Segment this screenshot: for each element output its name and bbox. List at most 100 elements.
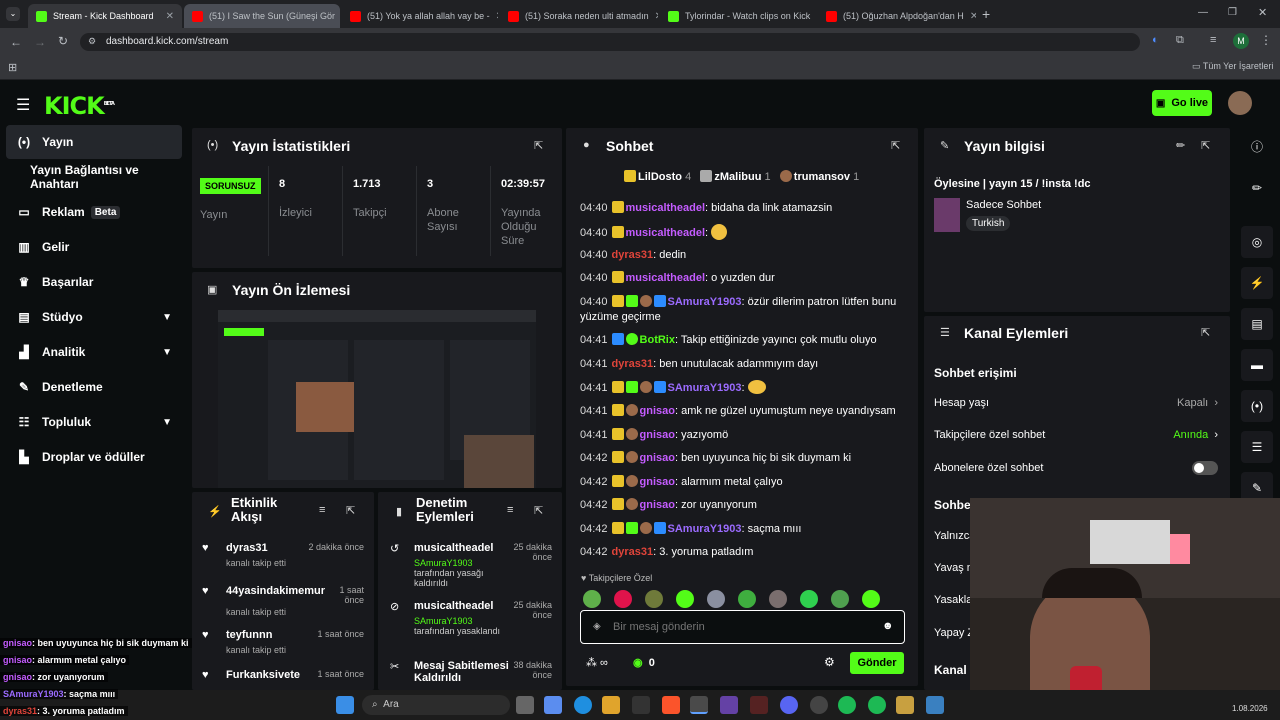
sidebar-item-analitik[interactable]: ▟ Analitik ▼ xyxy=(6,335,182,369)
filter-icon[interactable]: ≡ xyxy=(507,504,513,516)
emote-icon[interactable] xyxy=(614,590,632,608)
close-icon[interactable]: ✕ xyxy=(335,11,340,22)
channel-points[interactable]: ◉ 0 xyxy=(633,656,655,669)
go-live-button[interactable]: ▣ Go live xyxy=(1152,90,1212,116)
emote-icon[interactable] xyxy=(707,590,725,608)
popout-icon[interactable]: ⇱ xyxy=(534,139,543,152)
app-icon[interactable] xyxy=(750,696,768,714)
tab-2[interactable]: (51) Yok ya allah allah vay be -✕ xyxy=(342,4,498,28)
popout-icon[interactable]: ⇱ xyxy=(1201,139,1210,152)
sidebar-item-droplar[interactable]: ▙ Droplar ve ödüller xyxy=(6,440,182,474)
spotify-icon[interactable] xyxy=(868,696,886,714)
site-info-icon[interactable]: ⚙ xyxy=(88,36,96,47)
tab-0[interactable]: Stream - Kick Dashboard ✕ xyxy=(28,4,182,28)
reload-icon[interactable]: ↻ xyxy=(58,34,68,48)
app-icon[interactable] xyxy=(896,696,914,714)
sidebar-item-stream-key[interactable]: Yayın Bağlantısı ve Anahtarı xyxy=(6,160,190,194)
taskbar-search[interactable]: ⌕ Ara xyxy=(362,695,510,715)
task-view-icon[interactable] xyxy=(516,696,534,714)
popout-icon[interactable]: ⇱ xyxy=(1201,326,1210,339)
emote-icon[interactable] xyxy=(738,590,756,608)
spotify-icon[interactable] xyxy=(838,696,856,714)
edit-pencil-icon[interactable]: ✏ xyxy=(1241,172,1273,204)
settings-gear-icon[interactable]: ⚙ xyxy=(824,655,835,669)
emote-icon[interactable] xyxy=(645,590,663,608)
sidebar-item-yayin[interactable]: (•) Yayın xyxy=(6,125,182,159)
discord-icon[interactable] xyxy=(780,696,798,714)
tab-4[interactable]: Tylorindar - Watch clips on Kick✕ xyxy=(660,4,816,28)
sidebar-item-gelir[interactable]: ▥ Gelir xyxy=(6,230,182,264)
media-icon[interactable]: ≡ xyxy=(1210,34,1216,46)
url-field[interactable]: dashboard.kick.com/stream xyxy=(80,33,1140,51)
broadcast-icon[interactable]: (•) xyxy=(1241,390,1273,422)
camera-icon[interactable]: ◎ xyxy=(1241,226,1273,258)
sidebar-item-basarilar[interactable]: ♛ Başarılar xyxy=(6,265,182,299)
close-icon[interactable]: ✕ xyxy=(490,11,498,22)
setting-account-age[interactable]: Hesap yaşı Kapalı › xyxy=(934,397,1218,409)
send-button[interactable]: Gönder xyxy=(850,652,904,674)
apps-icon[interactable]: ⊞ xyxy=(8,61,17,74)
chat-input-box[interactable]: ◈ ☻ xyxy=(580,610,905,644)
puzzle-icon[interactable]: ⧉ xyxy=(1176,34,1184,47)
lightning-icon[interactable]: ⚡ xyxy=(1241,267,1273,299)
popout-icon[interactable]: ⇱ xyxy=(346,504,355,517)
forward-icon[interactable]: → xyxy=(34,35,46,49)
obs-icon[interactable] xyxy=(810,696,828,714)
all-bookmarks[interactable]: ▭ Tüm Yer İşaretleri xyxy=(1192,61,1273,72)
store-icon[interactable] xyxy=(632,696,650,714)
emote-icon[interactable] xyxy=(769,590,787,608)
file-explorer-icon[interactable] xyxy=(602,696,620,714)
edge-icon[interactable] xyxy=(574,696,592,714)
maximize-button[interactable]: ❐ xyxy=(1228,7,1237,18)
tab-5[interactable]: (51) Oğuzhan Alpdoğan'dan H ✕ xyxy=(818,4,976,28)
tab-1[interactable]: (51) I Saw the Sun (Güneşi Gör✕ xyxy=(184,4,340,28)
tab-3[interactable]: (51) Soraka neden ulti atmadın✕ xyxy=(500,4,658,28)
user-avatar[interactable] xyxy=(1228,91,1252,115)
edit-pencil-icon[interactable]: ✏ xyxy=(1176,139,1185,152)
emote-icon[interactable] xyxy=(862,590,880,608)
setting-row[interactable]: Yasakla xyxy=(934,594,972,606)
popout-icon[interactable]: ⇱ xyxy=(891,139,900,152)
emoji-icon[interactable]: ☻ xyxy=(882,620,894,632)
brave-icon[interactable] xyxy=(662,696,680,714)
profile-avatar[interactable]: M xyxy=(1233,33,1249,49)
sidebar-item-denetleme[interactable]: ✎ Denetleme xyxy=(6,370,182,404)
popout-icon[interactable]: ⇱ xyxy=(534,504,543,517)
close-icon[interactable]: ✕ xyxy=(810,11,816,22)
new-tab-button[interactable]: + xyxy=(982,6,990,22)
emote-icon[interactable] xyxy=(676,590,694,608)
close-icon[interactable]: ✕ xyxy=(964,11,976,22)
category-name[interactable]: Sadece Sohbet xyxy=(966,199,1041,211)
chat-input[interactable] xyxy=(613,619,863,635)
copilot-icon[interactable] xyxy=(544,696,562,714)
filter-icon[interactable]: ≡ xyxy=(319,504,325,516)
tab-search-button[interactable]: ⌄ xyxy=(6,7,20,21)
sidebar-item-reklam[interactable]: ▭ Reklam Beta xyxy=(6,195,182,229)
language-tag[interactable]: Turkish xyxy=(966,216,1011,231)
emote-icon[interactable] xyxy=(800,590,818,608)
window-close-button[interactable]: ✕ xyxy=(1258,6,1267,19)
users-icon[interactable]: ⁂ ∞ xyxy=(586,656,608,669)
close-icon[interactable]: ✕ xyxy=(649,11,658,22)
emote-icon[interactable] xyxy=(831,590,849,608)
app-icon[interactable] xyxy=(926,696,944,714)
minimize-button[interactable]: — xyxy=(1198,7,1208,18)
chat-icon[interactable]: ▬ xyxy=(1241,349,1273,381)
document-icon[interactable]: ▤ xyxy=(1241,308,1273,340)
sidebar-item-topluluk[interactable]: ☷ Topluluk ▼ xyxy=(6,405,182,439)
kick-logo[interactable]: KICKBETA xyxy=(44,92,115,120)
stream-preview-video[interactable] xyxy=(218,310,536,488)
chrome-icon[interactable] xyxy=(690,696,708,714)
hamburger-menu-icon[interactable]: ☰ xyxy=(16,95,30,115)
menu-icon[interactable]: ⋮ xyxy=(1260,33,1272,47)
sidebar-item-studyo[interactable]: ▤ Stüdyo ▼ xyxy=(6,300,182,334)
close-icon[interactable]: ✕ xyxy=(160,11,174,22)
layout-icon[interactable]: ☰ xyxy=(1241,431,1273,463)
extension-icon[interactable]: ◐ xyxy=(1152,34,1159,46)
info-icon[interactable]: ⓘ xyxy=(1241,130,1273,162)
setting-followers-only[interactable]: Takipçilere özel sohbet Anında › xyxy=(934,429,1218,441)
setting-row[interactable]: Yapay Z xyxy=(934,627,974,639)
windows-start-icon[interactable] xyxy=(336,696,354,714)
back-icon[interactable]: ← xyxy=(10,35,22,49)
subscribers-only-toggle[interactable] xyxy=(1192,461,1218,475)
